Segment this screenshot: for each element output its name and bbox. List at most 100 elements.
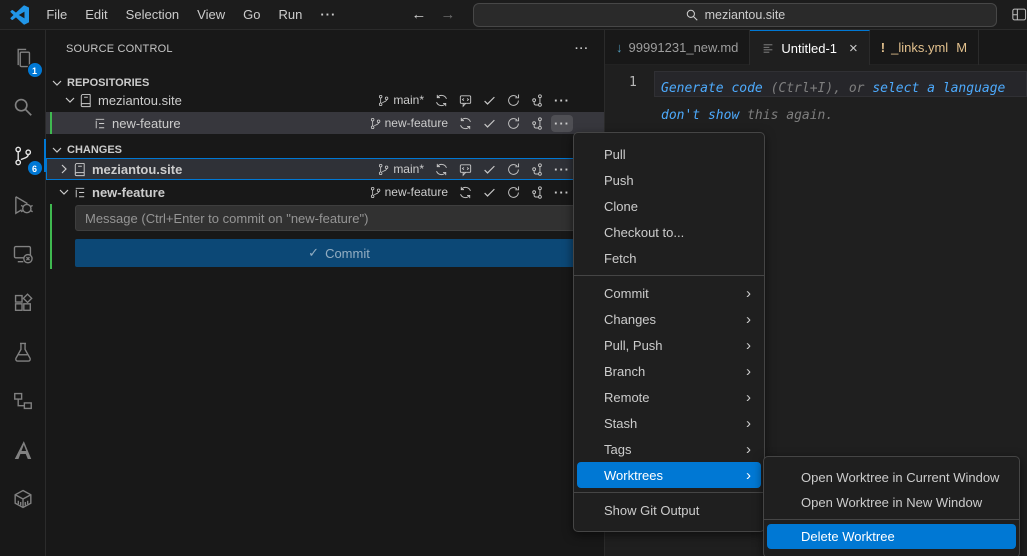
menu-file[interactable]: File — [37, 4, 76, 25]
activity-testing[interactable] — [0, 327, 46, 376]
command-center-search[interactable]: meziantou.site — [473, 2, 997, 27]
menu-separator — [574, 492, 764, 493]
activity-hierarchy[interactable] — [0, 376, 46, 425]
comment-code-icon[interactable] — [458, 93, 473, 108]
commit-check-icon[interactable] — [482, 162, 497, 177]
scm-context-menu: Pull Push Clone Checkout to... Fetch Com… — [573, 132, 765, 532]
refresh-icon[interactable] — [506, 93, 521, 108]
changes-worktree-row-new-feature[interactable]: new-feature new-feature ··· — [46, 181, 604, 203]
beaker-icon — [14, 342, 31, 362]
comment-code-icon[interactable] — [458, 162, 473, 177]
menu-item-commit[interactable]: Commit › — [577, 280, 761, 306]
yaml-warning-icon: ! — [880, 40, 886, 55]
submenu-chevron-icon: › — [746, 466, 751, 484]
chevron-down-icon[interactable] — [56, 184, 72, 200]
forward-icon[interactable]: → — [440, 6, 455, 23]
git-graph-icon[interactable] — [530, 93, 545, 108]
select-language-link[interactable]: select a language — [872, 81, 1005, 96]
activity-explorer[interactable]: 1 — [0, 33, 46, 82]
sync-icon[interactable] — [458, 116, 473, 131]
menubar: File Edit Selection View Go Run ··· — [37, 4, 345, 25]
menu-item-fetch[interactable]: Fetch — [577, 245, 761, 271]
commit-check-icon[interactable] — [482, 93, 497, 108]
submenu-chevron-icon: › — [746, 440, 751, 458]
chevron-down-icon[interactable] — [62, 92, 78, 108]
branch-picker[interactable]: new-feature — [369, 185, 448, 199]
menu-edit[interactable]: Edit — [76, 4, 116, 25]
menu-item-open-worktree-current-window[interactable]: Open Worktree in Current Window — [767, 465, 1016, 490]
more-actions-icon[interactable]: ··· — [554, 185, 570, 200]
menu-run[interactable]: Run — [269, 4, 311, 25]
refresh-icon[interactable] — [506, 116, 521, 131]
commit-message-input[interactable] — [75, 205, 599, 231]
activity-extensions[interactable] — [0, 278, 46, 327]
search-icon — [686, 9, 698, 21]
branch-picker[interactable]: main* — [377, 162, 424, 176]
commit-check-icon[interactable] — [482, 116, 497, 131]
section-label: REPOSITORIES — [67, 77, 150, 89]
activity-source-control[interactable]: 6 — [0, 131, 46, 180]
changes-repo-row-meziantou[interactable]: meziantou.site main* ··· — [46, 158, 604, 180]
submenu-chevron-icon: › — [746, 336, 751, 354]
menu-item-show-git-output[interactable]: Show Git Output — [577, 497, 761, 523]
menu-item-delete-worktree[interactable]: Delete Worktree — [767, 524, 1016, 549]
file-lines-icon — [763, 44, 774, 53]
refresh-icon[interactable] — [506, 185, 521, 200]
more-actions-icon[interactable]: ··· — [554, 93, 570, 108]
menu-item-remote[interactable]: Remote › — [577, 384, 761, 410]
tab-links-yml[interactable]: ! _links.yml M — [870, 30, 980, 65]
menu-item-branch[interactable]: Branch › — [577, 358, 761, 384]
menu-view[interactable]: View — [188, 4, 234, 25]
generate-code-link[interactable]: Generate code — [661, 81, 763, 96]
git-graph-icon[interactable] — [530, 185, 545, 200]
history-nav: ← → — [411, 6, 455, 23]
commit-check-icon[interactable] — [482, 185, 497, 200]
git-graph-icon[interactable] — [530, 162, 545, 177]
back-icon[interactable]: ← — [411, 6, 426, 23]
worktree-row-new-feature[interactable]: new-feature new-feature ··· — [46, 112, 604, 134]
menu-selection[interactable]: Selection — [117, 4, 188, 25]
sync-icon[interactable] — [434, 93, 449, 108]
activity-remote-explorer[interactable] — [0, 229, 46, 278]
more-actions-icon[interactable]: ··· — [551, 114, 573, 132]
menu-overflow-icon[interactable]: ··· — [311, 4, 345, 25]
tab-untitled-1[interactable]: Untitled-1 × — [750, 30, 870, 65]
activity-search[interactable] — [0, 82, 46, 131]
chevron-right-icon[interactable] — [56, 161, 72, 177]
panel-more-actions-icon[interactable]: ··· — [575, 43, 589, 55]
branch-picker[interactable]: new-feature — [369, 116, 448, 130]
panel-title: SOURCE CONTROL — [66, 43, 173, 55]
menu-item-open-worktree-new-window[interactable]: Open Worktree in New Window — [767, 490, 1016, 515]
menu-item-tags[interactable]: Tags › — [577, 436, 761, 462]
azure-icon — [14, 440, 31, 459]
customize-layout-icon[interactable] — [1011, 6, 1027, 23]
git-branch-icon — [370, 117, 380, 129]
git-graph-icon[interactable] — [530, 116, 545, 131]
sync-icon[interactable] — [458, 185, 473, 200]
panel-header: SOURCE CONTROL ··· — [46, 30, 604, 68]
repo-row-meziantou[interactable]: meziantou.site main* ··· — [46, 89, 604, 111]
close-icon[interactable]: × — [849, 40, 858, 57]
sync-icon[interactable] — [434, 162, 449, 177]
branch-picker[interactable]: main* — [377, 93, 424, 107]
search-value: meziantou.site — [704, 7, 786, 22]
activity-azure[interactable] — [0, 425, 46, 474]
branch-label: new-feature — [384, 116, 448, 130]
menu-item-pull-push[interactable]: Pull, Push › — [577, 332, 761, 358]
menu-go[interactable]: Go — [234, 4, 269, 25]
tab-99991231-new-md[interactable]: ↓ 99991231_new.md — [605, 30, 751, 65]
refresh-icon[interactable] — [506, 162, 521, 177]
menu-item-clone[interactable]: Clone — [577, 193, 761, 219]
menu-item-stash[interactable]: Stash › — [577, 410, 761, 436]
dont-show-link[interactable]: don't show — [661, 108, 739, 123]
menu-item-worktrees[interactable]: Worktrees › — [577, 462, 761, 488]
commit-button[interactable]: ✓ Commit — [75, 239, 603, 267]
more-actions-icon[interactable]: ··· — [554, 162, 570, 177]
activity-containers[interactable] — [0, 474, 46, 523]
menu-item-checkout-to[interactable]: Checkout to... — [577, 219, 761, 245]
menu-item-push[interactable]: Push — [577, 167, 761, 193]
extensions-icon — [14, 293, 32, 311]
menu-item-changes[interactable]: Changes › — [577, 306, 761, 332]
activity-run-debug[interactable] — [0, 180, 46, 229]
menu-item-pull[interactable]: Pull — [577, 141, 761, 167]
